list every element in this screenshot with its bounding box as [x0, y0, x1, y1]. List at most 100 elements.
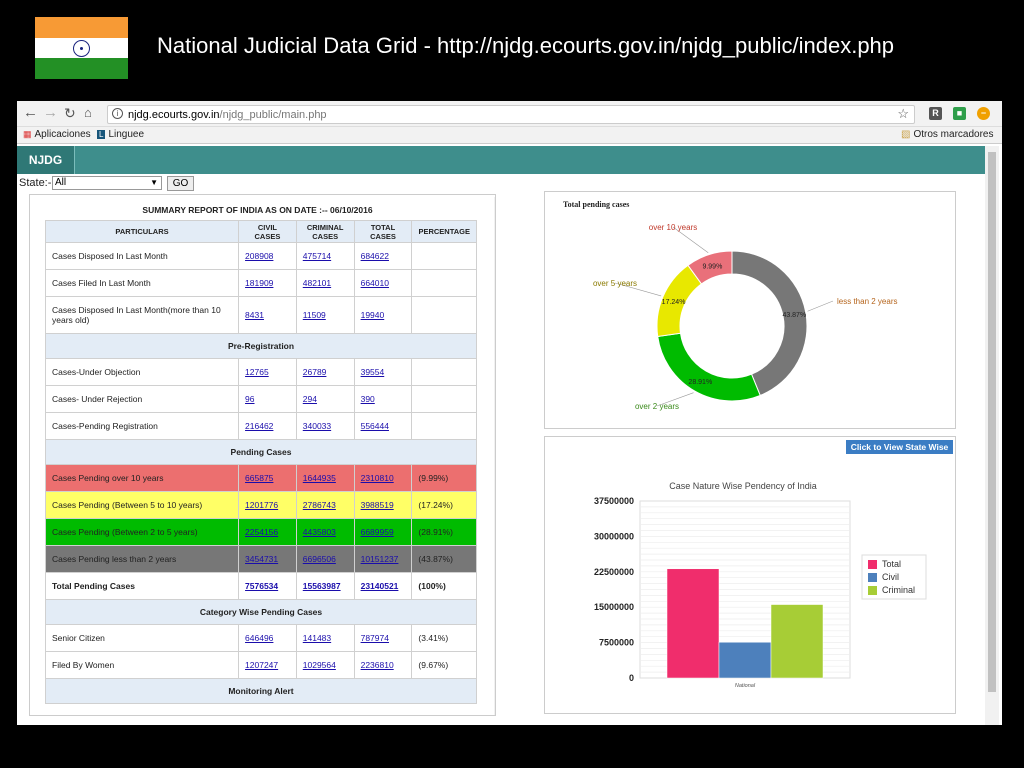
- legend-label: Total: [882, 559, 901, 569]
- section-title: Monitoring Alert: [45, 678, 477, 704]
- cell-criminal: 4435803: [295, 518, 355, 546]
- criminal-count-link[interactable]: 1644935: [303, 473, 336, 483]
- criminal-count-link[interactable]: 26789: [303, 367, 327, 377]
- extension-r-icon[interactable]: R: [929, 107, 942, 120]
- extension-orange-icon[interactable]: −: [977, 107, 990, 120]
- table-row: Cases Filed In Last Month 181909 482101 664…: [44, 269, 477, 297]
- info-icon[interactable]: i: [112, 108, 123, 119]
- civil-count-link[interactable]: 646496: [245, 633, 273, 643]
- table-row: Cases-Under Objection 12765 26789 39554: [44, 358, 477, 386]
- summary-table-body: Cases Disposed In Last Month 208908 475714…: [44, 242, 477, 704]
- total-count-link[interactable]: 3988519: [361, 500, 394, 510]
- total-count-link[interactable]: 19940: [361, 310, 385, 320]
- browser-toolbar: ← → ↻ ⌂ i njdg.ecourts.gov.in/njdg_publi…: [17, 101, 1002, 127]
- bar-chart: Case Nature Wise Pendency of India 375000…: [594, 481, 927, 689]
- criminal-count-link[interactable]: 4435803: [303, 527, 336, 537]
- extension-green-icon[interactable]: ■: [953, 107, 966, 120]
- civil-count-link[interactable]: 216462: [245, 421, 273, 431]
- total-count-link[interactable]: 2236810: [361, 660, 394, 670]
- criminal-count-link[interactable]: 340033: [303, 421, 331, 431]
- civil-count-link[interactable]: 8431: [245, 310, 264, 320]
- total-count-link[interactable]: 664010: [361, 278, 389, 288]
- row-label: Cases-Pending Registration: [44, 412, 240, 440]
- y-tick-label: 15000000: [594, 602, 634, 612]
- cell-civil: 12765: [238, 358, 297, 386]
- total-count-link[interactable]: 787974: [361, 633, 389, 643]
- total-count-link[interactable]: 556444: [361, 421, 389, 431]
- url-host: njdg.ecourts.gov.in: [128, 109, 220, 121]
- civil-count-link[interactable]: 208908: [245, 251, 273, 261]
- total-count-link[interactable]: 39554: [361, 367, 385, 377]
- total-count-link[interactable]: 390: [361, 394, 375, 404]
- back-icon[interactable]: ←: [23, 105, 38, 121]
- civil-count-link[interactable]: 12765: [245, 367, 269, 377]
- cell-civil: 208908: [238, 242, 297, 270]
- criminal-count-link[interactable]: 2786743: [303, 500, 336, 510]
- civil-count-link[interactable]: 181909: [245, 278, 273, 288]
- total-count-link[interactable]: 10151237: [361, 554, 399, 564]
- cell-total: 556444: [353, 412, 413, 440]
- site-logo[interactable]: NJDG: [17, 146, 75, 174]
- cell-civil: 665875: [238, 464, 297, 492]
- cell-civil: 7576534: [238, 572, 297, 600]
- total-count-link[interactable]: 2310810: [361, 473, 394, 483]
- legend-swatch: [868, 586, 877, 595]
- address-bar[interactable]: i njdg.ecourts.gov.in/njdg_public/main.p…: [107, 105, 915, 124]
- civil-count-link[interactable]: 1207247: [245, 660, 278, 670]
- criminal-count-link[interactable]: 11509: [303, 310, 326, 320]
- civil-count-link[interactable]: 2254156: [245, 527, 278, 537]
- criminal-count-link[interactable]: 294: [303, 394, 317, 404]
- dropdown-arrow-icon: ▼: [150, 178, 158, 187]
- row-label: Cases Pending (Between 2 to 5 years): [44, 518, 240, 546]
- total-count-link[interactable]: 6689959: [361, 527, 394, 537]
- criminal-count-link[interactable]: 475714: [303, 251, 331, 261]
- state-select[interactable]: All ▼: [52, 176, 162, 190]
- cell-criminal: 6696506: [295, 545, 355, 573]
- home-icon[interactable]: ⌂: [84, 105, 92, 121]
- civil-count-link[interactable]: 3454731: [245, 554, 278, 564]
- url-path: /njdg_public/main.php: [219, 109, 327, 121]
- bar-chart-panel: Click to View State Wise Case Nature Wis…: [544, 436, 956, 714]
- criminal-count-link[interactable]: 141483: [303, 633, 331, 643]
- civil-count-link[interactable]: 665875: [245, 473, 273, 483]
- bar-chart-title: Case Nature Wise Pendency of India: [669, 481, 817, 491]
- bookmark-other[interactable]: ▧ Otros marcadores: [901, 129, 993, 140]
- column-header: CRIMINAL CASES: [295, 220, 355, 243]
- row-label: Cases- Under Rejection: [44, 385, 240, 413]
- y-tick-label: 30000000: [594, 531, 634, 541]
- civil-count-link[interactable]: 7576534: [245, 581, 278, 591]
- bar-total[interactable]: [666, 568, 720, 679]
- reload-icon[interactable]: ↻: [64, 105, 76, 121]
- cell-percentage: [411, 358, 477, 386]
- criminal-count-link[interactable]: 482101: [303, 278, 331, 288]
- total-count-link[interactable]: 23140521: [361, 581, 399, 591]
- cell-total: 39554: [353, 358, 413, 386]
- report-scrollbar[interactable]: ▲ ▼: [494, 197, 495, 715]
- ashoka-chakra-icon: [73, 39, 90, 57]
- page-scrollbar[interactable]: [985, 146, 999, 725]
- donut-slice[interactable]: [657, 332, 761, 402]
- bookmark-linguee[interactable]: L Linguee: [97, 129, 144, 140]
- table-row: Total Pending Cases 7576534 15563987 231405…: [44, 572, 477, 600]
- bookmark-apps[interactable]: ▦ Aplicaciones: [23, 129, 91, 140]
- donut-slice[interactable]: [731, 250, 808, 397]
- bar-criminal[interactable]: [770, 604, 824, 679]
- cell-criminal: 294: [295, 385, 355, 413]
- civil-count-link[interactable]: 96: [245, 394, 254, 404]
- cell-total: 10151237: [353, 545, 413, 573]
- apps-grid-icon: ▦: [23, 129, 32, 139]
- cell-percentage: [411, 296, 477, 334]
- criminal-count-link[interactable]: 15563987: [303, 581, 341, 591]
- bar-civil[interactable]: [718, 641, 772, 679]
- cell-criminal: 15563987: [295, 572, 355, 600]
- forward-icon[interactable]: →: [43, 105, 58, 121]
- cell-criminal: 2786743: [295, 491, 355, 519]
- go-button[interactable]: GO: [167, 176, 194, 191]
- criminal-count-link[interactable]: 1029564: [303, 660, 336, 670]
- criminal-count-link[interactable]: 6696506: [303, 554, 336, 564]
- total-count-link[interactable]: 684622: [361, 251, 389, 261]
- page-scrollbar-thumb[interactable]: [988, 152, 996, 692]
- star-icon[interactable]: ☆: [897, 106, 909, 122]
- civil-count-link[interactable]: 1201776: [245, 500, 278, 510]
- cell-total: 19940: [353, 296, 413, 334]
